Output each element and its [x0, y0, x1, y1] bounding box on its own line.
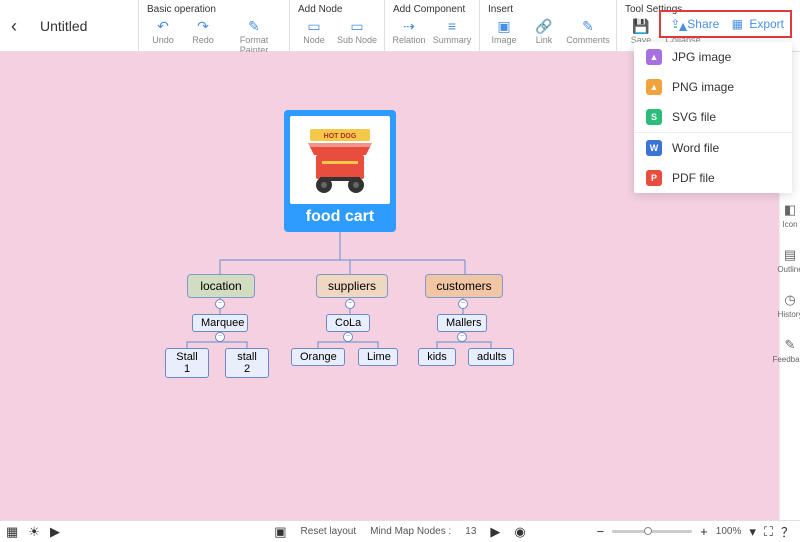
- node-button[interactable]: ▭Node: [296, 17, 332, 45]
- link-icon: 🔗: [526, 17, 562, 35]
- toolbar-group-add-node: Add Node ▭Node ▭Sub Node: [289, 0, 384, 52]
- node-icon: ▭: [296, 17, 332, 35]
- save-button[interactable]: 💾Save: [623, 17, 659, 45]
- toolbar-group-label: Add Node: [296, 4, 378, 15]
- png-icon: ▲: [646, 79, 662, 95]
- image-button[interactable]: ▣Image: [486, 17, 522, 45]
- pdf-icon: P: [646, 170, 662, 186]
- zoom-dropdown-icon[interactable]: ▾: [749, 524, 756, 540]
- export-icon: ▦: [729, 16, 745, 32]
- node-suppliers[interactable]: suppliers: [316, 274, 388, 298]
- export-menu: ▲JPG image ▲PNG image SSVG file WWord fi…: [634, 42, 792, 193]
- zoom-out-button[interactable]: −: [597, 524, 605, 539]
- export-png[interactable]: ▲PNG image: [634, 72, 792, 102]
- toolbar-group-label: Insert: [486, 4, 610, 15]
- sidepanel-history[interactable]: ◷History: [778, 292, 800, 319]
- comments-icon: ✎: [566, 17, 610, 35]
- summary-button[interactable]: ≡Summary: [431, 17, 473, 45]
- sub-node-icon: ▭: [336, 17, 378, 35]
- format-painter-icon: ✎: [225, 17, 283, 35]
- image-icon: ▣: [486, 17, 522, 35]
- statusbar: ▦ ☀ ▶ ▣ Reset layout Mind Map Nodes : 13…: [0, 520, 800, 542]
- grid-toggle-icon[interactable]: ▦: [6, 524, 18, 540]
- export-button[interactable]: ▦ Export: [729, 16, 784, 32]
- nodes-label: Mind Map Nodes :: [370, 526, 451, 537]
- word-icon: W: [646, 140, 662, 156]
- reset-layout-button[interactable]: Reset layout: [301, 526, 357, 537]
- svg-text:HOT DOG: HOT DOG: [324, 133, 357, 140]
- history-icon: ◷: [778, 292, 800, 308]
- nodes-count: 13: [465, 526, 476, 537]
- undo-button[interactable]: ↶Undo: [145, 17, 181, 55]
- nodes-navigate-icon[interactable]: ▶: [490, 524, 500, 540]
- visibility-icon[interactable]: ◉: [514, 524, 525, 540]
- document-title[interactable]: Untitled: [28, 0, 99, 52]
- node-stall1[interactable]: Stall 1: [165, 348, 209, 378]
- export-svg[interactable]: SSVG file: [634, 102, 792, 132]
- zoom-slider-knob[interactable]: [644, 527, 652, 535]
- export-word[interactable]: WWord file: [634, 133, 792, 163]
- share-icon: ⇪: [667, 16, 683, 32]
- collapse-toggle[interactable]: −: [343, 332, 353, 342]
- node-customers[interactable]: customers: [425, 274, 503, 298]
- node-marquee[interactable]: Marquee: [192, 314, 248, 332]
- node-cola[interactable]: CoLa: [326, 314, 370, 332]
- toolbar-group-label: Basic operation: [145, 4, 283, 15]
- fullscreen-icon[interactable]: ⛶: [764, 524, 773, 540]
- topbar: ‹ Untitled Basic operation ↶Undo ↷Redo ✎…: [0, 0, 800, 52]
- help-icon[interactable]: ？: [781, 522, 794, 541]
- redo-button[interactable]: ↷Redo: [185, 17, 221, 55]
- collapse-toggle[interactable]: −: [215, 332, 225, 342]
- toolbar-group-basic: Basic operation ↶Undo ↷Redo ✎Format Pain…: [138, 0, 289, 52]
- presentation-icon[interactable]: ▶: [50, 524, 60, 540]
- root-image: HOT DOG: [290, 116, 390, 204]
- svg-icon: S: [646, 109, 662, 125]
- icon-icon: ◧: [782, 202, 797, 218]
- node-kids[interactable]: kids: [418, 348, 456, 366]
- comments-button[interactable]: ✎Comments: [566, 17, 610, 45]
- relation-icon: ⇢: [391, 17, 427, 35]
- collapse-toggle[interactable]: −: [458, 299, 468, 309]
- node-lime[interactable]: Lime: [358, 348, 398, 366]
- zoom-slider[interactable]: [612, 530, 692, 533]
- root-node[interactable]: HOT DOG food cart: [284, 110, 396, 232]
- format-painter-button[interactable]: ✎Format Painter: [225, 17, 283, 55]
- share-export-bar: ⇪ Share ▦ Export: [659, 10, 792, 38]
- outline-icon: ▤: [777, 247, 800, 263]
- toolbar-group-label: Add Component: [391, 4, 473, 15]
- collapse-toggle[interactable]: −: [215, 299, 225, 309]
- toolbar: Basic operation ↶Undo ↷Redo ✎Format Pain…: [138, 0, 709, 52]
- collapse-toggle[interactable]: −: [457, 332, 467, 342]
- toolbar-group-insert: Insert ▣Image 🔗Link ✎Comments: [479, 0, 616, 52]
- reset-layout-icon[interactable]: ▣: [274, 524, 286, 540]
- save-icon: 💾: [623, 17, 659, 35]
- export-pdf[interactable]: PPDF file: [634, 163, 792, 193]
- zoom-in-button[interactable]: +: [700, 524, 708, 539]
- zoom-level: 100%: [716, 526, 742, 537]
- sidepanel-outline[interactable]: ▤Outline: [777, 247, 800, 274]
- node-mallers[interactable]: Mallers: [437, 314, 487, 332]
- export-jpg[interactable]: ▲JPG image: [634, 42, 792, 72]
- collapse-toggle[interactable]: −: [345, 299, 355, 309]
- node-location[interactable]: location: [187, 274, 255, 298]
- root-node-title: food cart: [290, 208, 390, 226]
- link-button[interactable]: 🔗Link: [526, 17, 562, 45]
- node-stall2[interactable]: stall 2: [225, 348, 269, 378]
- toolbar-group-add-component: Add Component ⇢Relation ≡Summary: [384, 0, 479, 52]
- share-button[interactable]: ⇪ Share: [667, 16, 719, 32]
- sidepanel-feedback[interactable]: ✎Feedback: [772, 337, 800, 364]
- jpg-icon: ▲: [646, 49, 662, 65]
- node-orange[interactable]: Orange: [291, 348, 345, 366]
- back-button[interactable]: ‹: [0, 0, 28, 52]
- undo-icon: ↶: [145, 17, 181, 35]
- feedback-icon: ✎: [772, 337, 800, 353]
- theme-toggle-icon[interactable]: ☀: [28, 524, 40, 540]
- redo-icon: ↷: [185, 17, 221, 35]
- food-cart-icon: HOT DOG: [300, 121, 380, 199]
- sidepanel-icon[interactable]: ◧Icon: [782, 202, 797, 229]
- summary-icon: ≡: [431, 17, 473, 35]
- relation-button[interactable]: ⇢Relation: [391, 17, 427, 45]
- node-adults[interactable]: adults: [468, 348, 514, 366]
- sub-node-button[interactable]: ▭Sub Node: [336, 17, 378, 45]
